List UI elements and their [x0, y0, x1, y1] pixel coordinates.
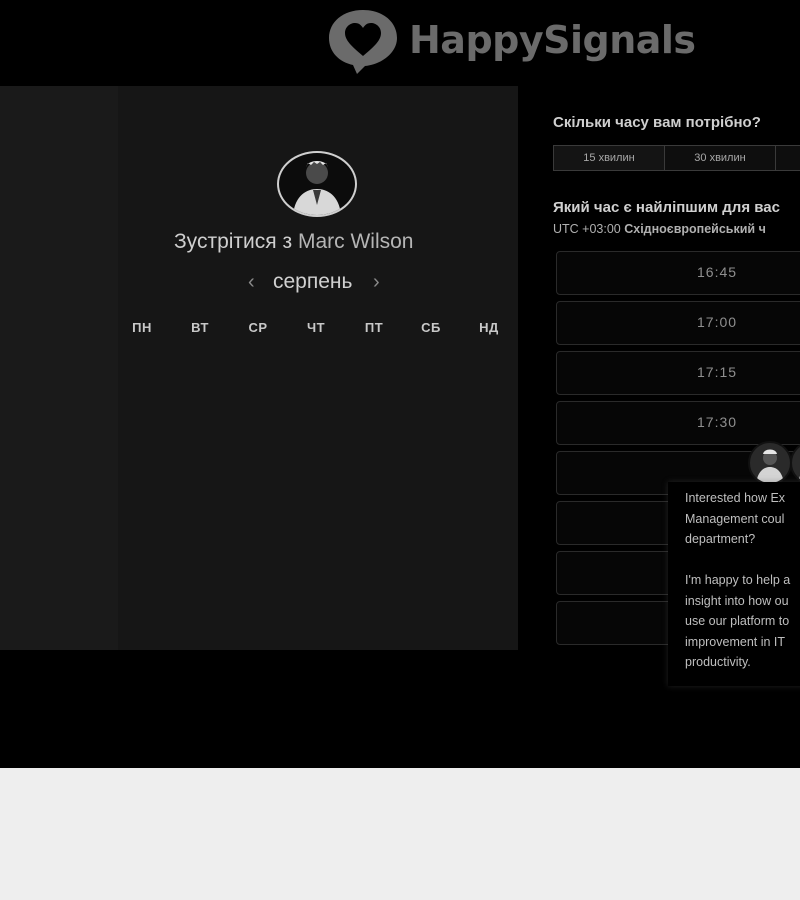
weekday-fri: ПТ [364, 320, 384, 335]
month-navigation: ‹ серпень › [240, 268, 390, 296]
meeting-title: Зустрітися з Marc Wilson [174, 230, 413, 254]
time-slot[interactable]: 17:30 [556, 401, 800, 445]
chat-avatars[interactable] [748, 441, 800, 485]
weekday-sat: СБ [421, 320, 441, 335]
person-portrait-icon [756, 449, 784, 483]
next-month-icon[interactable]: › [373, 270, 380, 294]
time-slot-label: 16:45 [697, 264, 738, 280]
weekday-sun: НД [479, 320, 499, 335]
time-question: Який час є найліпшим для вас [553, 199, 780, 216]
weekday-thu: ЧТ [306, 320, 326, 335]
duration-30-button[interactable]: 30 хвилин [665, 145, 776, 171]
calendar-panel [0, 86, 518, 650]
chat-agent-avatar [790, 441, 800, 485]
meet-prefix: Зустрітися з [174, 230, 293, 253]
previous-month-icon[interactable]: ‹ [248, 270, 255, 294]
time-slot-label: 17:30 [697, 414, 738, 430]
month-label: серпень [273, 270, 353, 293]
duration-selector: 15 хвилин 30 хвилин [553, 145, 800, 171]
weekday-wed: СР [248, 320, 268, 335]
brand-name: HappySignals [409, 18, 696, 62]
duration-question: Скільки часу вам потрібно? [553, 114, 761, 131]
duration-15-button[interactable]: 15 хвилин [553, 145, 665, 171]
time-slot-label: 17:00 [697, 314, 738, 330]
time-slot[interactable]: 17:00 [556, 301, 800, 345]
brand-logo[interactable]: HappySignals [325, 6, 696, 74]
host-avatar [277, 151, 357, 217]
app-window: HappySignals Зустрітися з Marc Wilson ‹ … [0, 0, 800, 768]
weekday-header: ПН ВТ СР ЧТ ПТ СБ НД [113, 320, 523, 340]
duration-more-button[interactable] [776, 145, 800, 171]
chat-message: Interested how Ex Management coul depart… [685, 491, 791, 669]
timezone-name: Східноєвропейський ч [624, 222, 766, 236]
timezone-label[interactable]: UTC +03:00 Східноєвропейський ч [553, 222, 766, 236]
chat-agent-avatar [748, 441, 792, 485]
time-slot-label: 17:15 [697, 364, 738, 380]
person-portrait-icon [293, 161, 341, 215]
timezone-offset: UTC +03:00 [553, 222, 621, 236]
weekday-tue: ВТ [191, 320, 209, 335]
person-portrait-icon [798, 475, 800, 483]
chat-popup[interactable]: Interested how Ex Management coul depart… [668, 482, 800, 686]
time-slot[interactable]: 16:45 [556, 251, 800, 295]
time-slot[interactable]: 17:15 [556, 351, 800, 395]
weekday-mon: ПН [132, 320, 152, 335]
host-name: Marc Wilson [297, 230, 414, 253]
heart-bubble-icon [329, 10, 397, 74]
